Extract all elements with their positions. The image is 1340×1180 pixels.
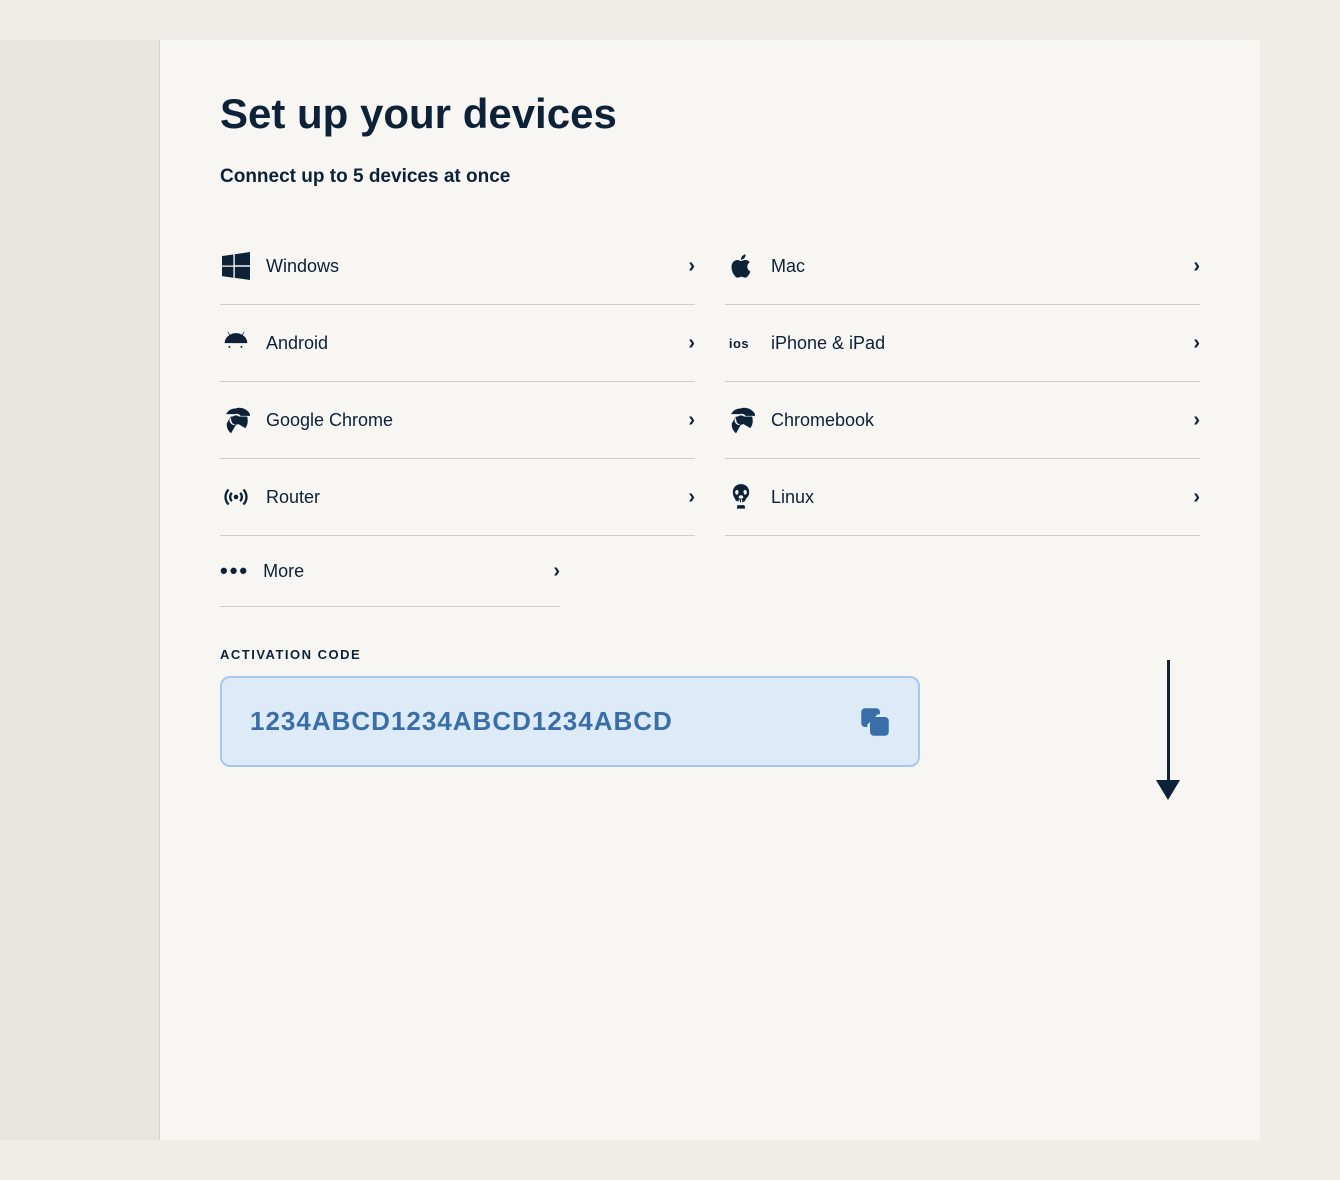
router-icon bbox=[220, 481, 252, 513]
chromebook-icon bbox=[725, 404, 757, 436]
device-item-linux[interactable]: Linux › bbox=[725, 459, 1200, 536]
router-label: Router bbox=[266, 487, 680, 508]
android-icon bbox=[220, 327, 252, 359]
sidebar-right bbox=[1260, 40, 1340, 1140]
mac-icon bbox=[725, 250, 757, 282]
device-item-iphone[interactable]: ios iPhone & iPad › bbox=[725, 305, 1200, 382]
android-chevron: › bbox=[688, 332, 695, 355]
iphone-chevron: › bbox=[1193, 332, 1200, 355]
linux-icon bbox=[725, 481, 757, 513]
iphone-label: iPhone & iPad bbox=[771, 333, 1185, 354]
col-left: Windows › Android › Google Chrome bbox=[220, 228, 695, 536]
ios-icon: ios bbox=[725, 327, 757, 359]
more-chevron: › bbox=[553, 560, 560, 583]
device-item-android[interactable]: Android › bbox=[220, 305, 695, 382]
chrome-icon bbox=[220, 404, 252, 436]
mac-label: Mac bbox=[771, 256, 1185, 277]
device-item-mac[interactable]: Mac › bbox=[725, 228, 1200, 305]
linux-chevron: › bbox=[1193, 486, 1200, 509]
devices-grid: Windows › Android › Google Chrome bbox=[220, 228, 1200, 536]
windows-icon bbox=[220, 250, 252, 282]
arrow-line bbox=[1167, 660, 1170, 780]
more-label: More bbox=[263, 561, 545, 582]
copy-button[interactable] bbox=[860, 707, 890, 737]
linux-label: Linux bbox=[771, 487, 1185, 508]
mac-chevron: › bbox=[1193, 255, 1200, 278]
sidebar-left bbox=[0, 40, 160, 1140]
chromebook-label: Chromebook bbox=[771, 410, 1185, 431]
arrow-head bbox=[1156, 780, 1180, 800]
activation-code: 1234ABCD1234ABCD1234ABCD bbox=[250, 706, 673, 737]
col-right: Mac › ios iPhone & iPad › Chromeboo bbox=[725, 228, 1200, 536]
device-item-more[interactable]: ••• More › bbox=[220, 536, 560, 607]
device-item-router[interactable]: Router › bbox=[220, 459, 695, 536]
chrome-chevron: › bbox=[688, 409, 695, 432]
activation-label: ACTIVATION CODE bbox=[220, 647, 1200, 662]
device-item-chromebook[interactable]: Chromebook › bbox=[725, 382, 1200, 459]
windows-label: Windows bbox=[266, 256, 680, 277]
arrow-indicator bbox=[1156, 660, 1180, 800]
main-content: Set up your devices Connect up to 5 devi… bbox=[160, 40, 1260, 1140]
windows-chevron: › bbox=[688, 255, 695, 278]
activation-box: 1234ABCD1234ABCD1234ABCD bbox=[220, 676, 920, 767]
page-wrapper: Set up your devices Connect up to 5 devi… bbox=[0, 0, 1340, 1180]
ios-text-label: ios bbox=[729, 336, 749, 351]
subtitle: Connect up to 5 devices at once bbox=[220, 166, 1200, 188]
more-row-container: ••• More › bbox=[220, 536, 560, 607]
more-dots-icon: ••• bbox=[220, 558, 249, 584]
router-chevron: › bbox=[688, 486, 695, 509]
chromebook-chevron: › bbox=[1193, 409, 1200, 432]
device-item-windows[interactable]: Windows › bbox=[220, 228, 695, 305]
activation-section: ACTIVATION CODE 1234ABCD1234ABCD1234ABCD bbox=[220, 647, 1200, 767]
chrome-label: Google Chrome bbox=[266, 410, 680, 431]
page-title: Set up your devices bbox=[220, 90, 1200, 138]
android-label: Android bbox=[266, 333, 680, 354]
device-item-chrome[interactable]: Google Chrome › bbox=[220, 382, 695, 459]
